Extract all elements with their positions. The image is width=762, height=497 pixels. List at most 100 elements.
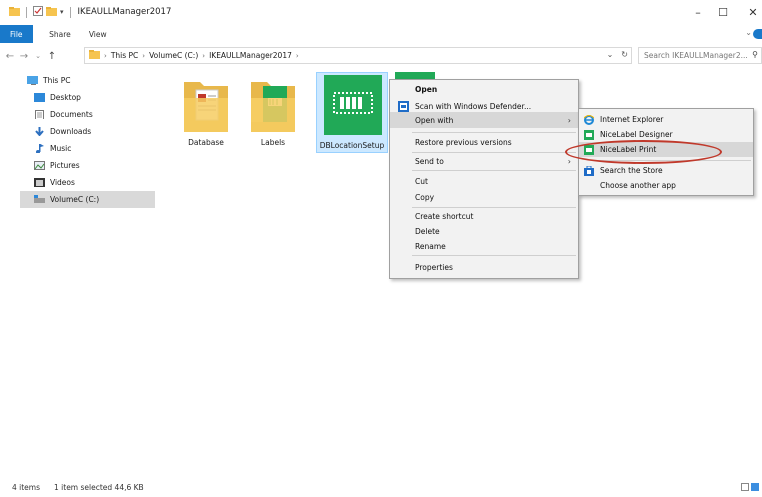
new-folder-icon[interactable] [46,6,57,18]
close-button[interactable]: ✕ [735,0,762,24]
menu-item-label: Open [415,84,438,94]
sidebar-item-label: Downloads [50,127,92,136]
folder-icon [184,82,228,132]
status-bar: 4 items 1 item selected 44,6 KB [0,478,762,497]
window-title: IKEAULLManager2017 [77,7,172,17]
search-input[interactable]: Search IKEAULLManager2... ⚲ [638,47,762,64]
context-menu: Open Scan with Windows Defender... Open … [389,79,579,279]
file-name: DBLocationSetup [319,141,385,150]
file-item-labels[interactable]: Labels [244,72,302,152]
file-name: Database [188,138,224,147]
address-row: ← → ⌄ ↑ › This PC › VolumeC (C:) › IKEAU… [0,44,762,68]
store-icon [584,166,594,176]
drive-icon [34,195,45,203]
sidebar-item-downloads[interactable]: Downloads [34,123,155,140]
menu-item-open[interactable]: Open [390,81,578,97]
sidebar-item-label: Pictures [50,161,80,170]
nicelabel-app-icon [324,75,382,135]
sidebar-item-this-pc[interactable]: This PC [27,72,155,89]
ribbon-tabs: File Home Share View ⌄ [0,25,762,43]
tab-view[interactable]: View [80,25,116,43]
chevron-right-icon: › [142,51,146,60]
internet-explorer-icon [584,115,594,125]
submenu-item-choose-app[interactable]: Choose another app [579,178,753,193]
address-bar[interactable]: › This PC › VolumeC (C:) › IKEAULLManage… [84,47,632,64]
submenu-item-label: NiceLabel Designer [600,130,673,139]
documents-icon [35,110,44,119]
file-name: Labels [260,138,286,147]
menu-item-create-shortcut[interactable]: Create shortcut [390,208,578,224]
sidebar-item-music[interactable]: Music [34,140,155,157]
sidebar-item-volume-c[interactable]: VolumeC (C:) [20,191,155,208]
menu-item-cut[interactable]: Cut [390,173,578,189]
sidebar-item-desktop[interactable]: Desktop [34,89,155,106]
download-icon [35,127,44,136]
menu-item-label: Send to [415,156,444,166]
chevron-right-icon: › [295,51,299,60]
quick-access-dropdown-icon[interactable]: ▾ [60,8,64,16]
breadcrumb-folder[interactable]: IKEAULLManager2017 [209,51,292,60]
divider [26,6,27,18]
breadcrumb-this-pc[interactable]: This PC [111,51,138,60]
selection-info: 1 item selected 44,6 KB [54,483,144,492]
menu-item-send-to[interactable]: Send to › [390,153,578,169]
tab-share[interactable]: Share [40,25,80,43]
refresh-icon[interactable]: ↻ [621,50,628,59]
menu-item-label: Open with [415,115,454,125]
submenu-item-internet-explorer[interactable]: Internet Explorer [579,112,753,127]
sidebar-item-label: VolumeC (C:) [50,195,100,204]
chevron-right-icon: › [104,51,107,60]
menu-item-restore[interactable]: Restore previous versions [390,134,578,150]
file-item-dblocationsetup[interactable]: DBLocationSetup [316,72,388,153]
menu-item-delete[interactable]: Delete [390,223,578,239]
menu-item-open-with[interactable]: Open with › [390,112,578,128]
items-count: 4 items [12,483,41,492]
recent-dropdown-icon[interactable]: ⌄ [31,52,45,60]
sidebar-item-label: This PC [43,76,71,85]
videos-icon [34,178,45,187]
sidebar-item-label: Music [50,144,72,153]
music-icon [36,144,44,153]
search-icon[interactable]: ⚲ [752,50,758,59]
sidebar-item-pictures[interactable]: Pictures [34,157,155,174]
menu-separator [412,132,576,133]
menu-separator [412,255,576,256]
menu-item-properties[interactable]: Properties [390,259,578,275]
sidebar-item-videos[interactable]: Videos [34,174,155,191]
chevron-right-icon: › [567,156,571,166]
sidebar-item-label: Desktop [50,93,81,102]
folder-icon [89,50,100,61]
submenu-item-search-store[interactable]: Search the Store [579,163,753,178]
help-icon[interactable] [753,29,762,39]
menu-item-copy[interactable]: Copy [390,189,578,205]
divider [69,6,71,18]
search-placeholder: Search IKEAULLManager2... [644,51,748,60]
file-item-database[interactable]: Database [177,72,235,152]
breadcrumb-volume[interactable]: VolumeC (C:) [149,51,198,60]
sidebar-item-label: Documents [50,110,93,119]
chevron-down-icon[interactable]: ⌄ [607,50,614,59]
forward-arrow-icon[interactable]: → [17,51,31,62]
chevron-right-icon: › [202,51,206,60]
back-arrow-icon[interactable]: ← [3,51,17,62]
computer-icon [27,76,38,85]
navigation-pane: This PC Desktop Documents Downloads Musi… [20,72,155,208]
up-arrow-icon[interactable]: ↑ [45,51,59,62]
properties-icon[interactable] [33,6,43,18]
submenu-item-label: Search the Store [600,166,663,175]
tab-file[interactable]: File [0,25,33,43]
expand-ribbon-icon[interactable]: ⌄ [745,28,752,37]
folder-icon [9,6,20,18]
sidebar-item-documents[interactable]: Documents [34,106,155,123]
large-icons-view-icon[interactable] [751,483,759,491]
file-explorer-window: ▾ IKEAULLManager2017 – ☐ ✕ File Home Sha… [0,0,762,497]
pictures-icon [34,161,45,170]
title-bar: ▾ IKEAULLManager2017 – ☐ ✕ [0,0,762,24]
menu-item-rename[interactable]: Rename [390,238,578,254]
view-toggle [741,483,759,491]
annotation-highlight-oval [565,140,722,164]
details-view-icon[interactable] [741,483,749,491]
desktop-icon [34,93,45,102]
submenu-item-label: Internet Explorer [600,115,664,124]
menu-separator [412,170,576,171]
